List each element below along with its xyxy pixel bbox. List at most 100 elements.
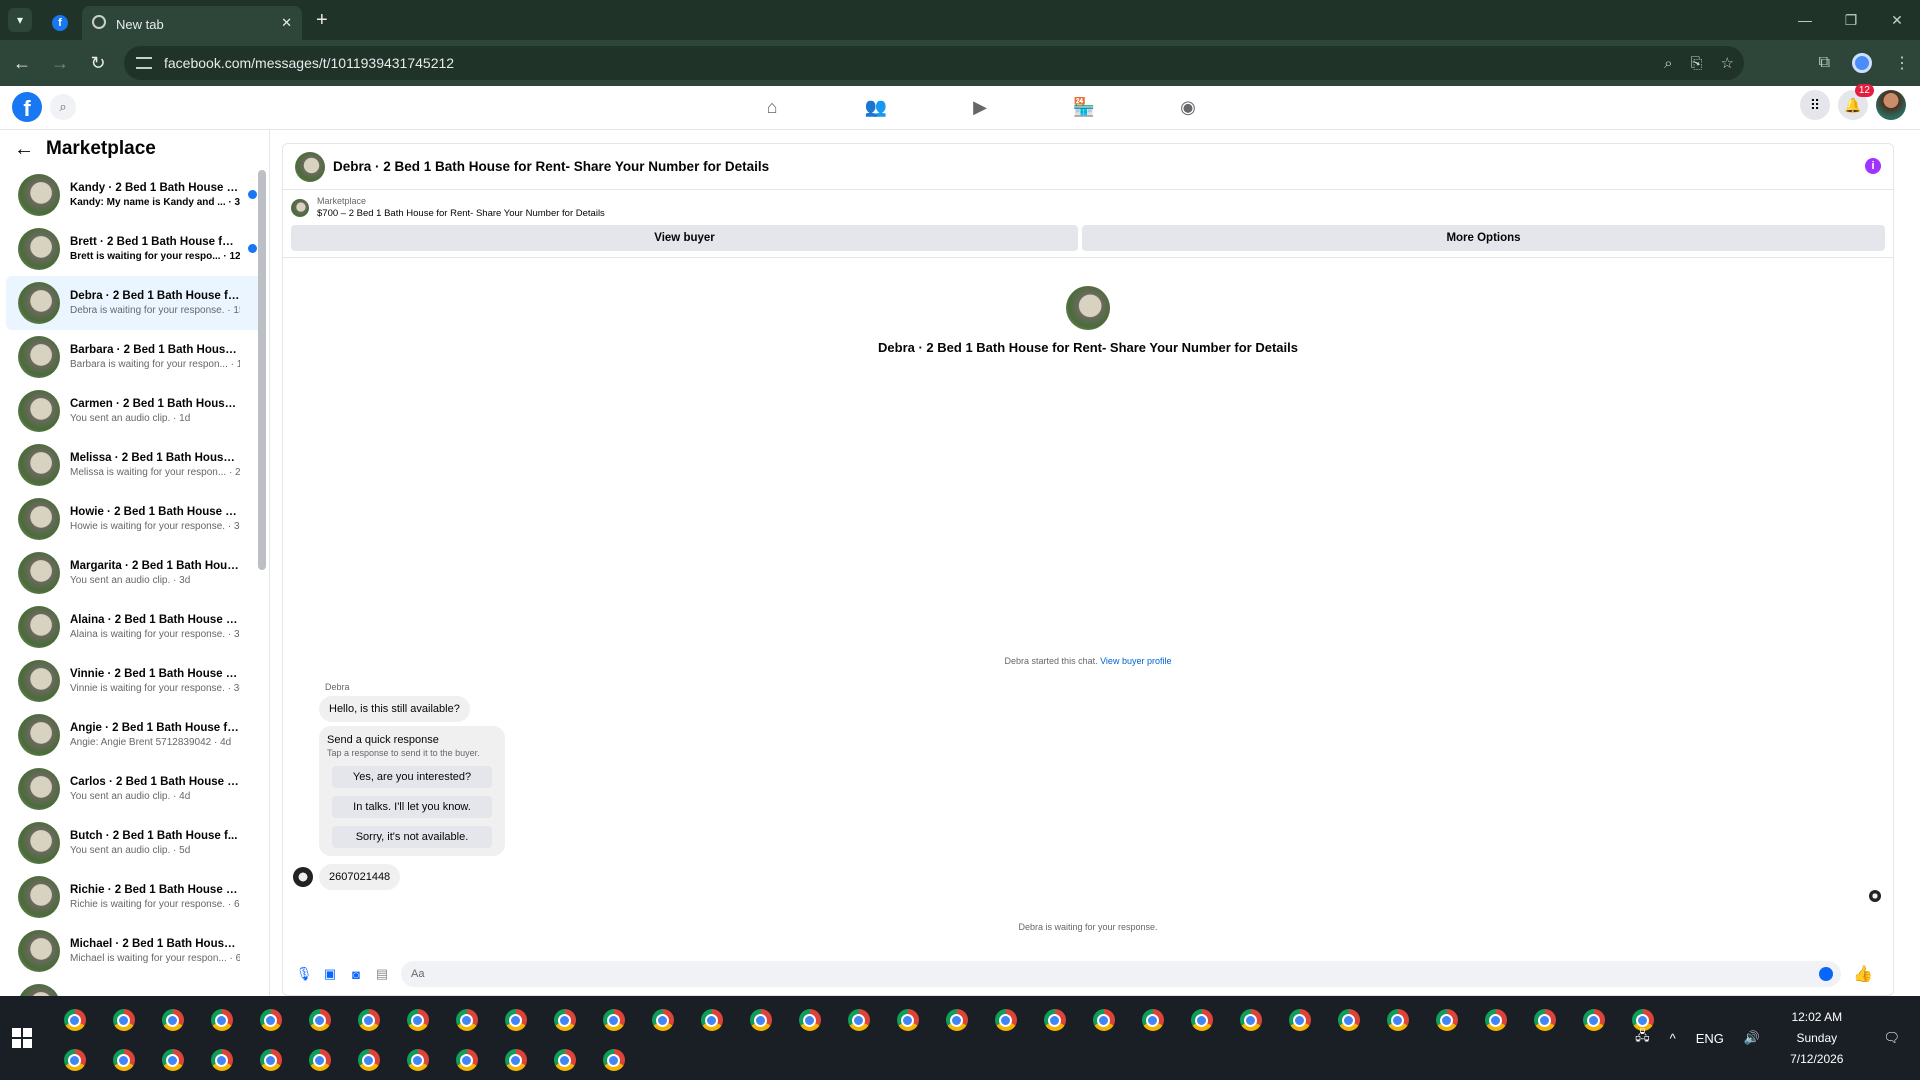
taskbar-chrome-app[interactable] <box>295 1004 344 1036</box>
close-window-icon[interactable]: ✕ <box>1874 12 1920 29</box>
taskbar-chrome-app[interactable] <box>99 1044 148 1076</box>
more-options-button[interactable]: More Options <box>1082 225 1885 251</box>
account-avatar[interactable] <box>1876 90 1906 120</box>
taskbar-chrome-app[interactable] <box>834 1004 883 1036</box>
gif-icon[interactable]: ▤ <box>369 966 395 982</box>
taskbar-chrome-app[interactable] <box>1471 1004 1520 1036</box>
taskbar-chrome-app[interactable] <box>1422 1004 1471 1036</box>
quick-reply-button[interactable]: Yes, are you interested? <box>332 766 492 788</box>
conversation-item[interactable]: Debra · 2 Bed 1 Bath House for ... Debra … <box>6 276 263 330</box>
language-indicator[interactable]: ENG <box>1696 1031 1724 1046</box>
taskbar-chrome-app[interactable] <box>687 1004 736 1036</box>
site-info-icon[interactable] <box>136 57 152 69</box>
conversation-item[interactable]: Michael · 2 Bed 1 Bath House fo... Michae… <box>6 924 263 978</box>
back-arrow-icon[interactable]: ← <box>6 53 38 74</box>
facebook-logo[interactable]: f <box>12 92 42 122</box>
video-icon[interactable]: ▶ <box>928 92 1032 122</box>
taskbar-clock[interactable]: 12:02 AM Sunday 7/12/2026 <box>1790 1007 1843 1070</box>
back-arrow-icon[interactable]: ← <box>14 138 34 161</box>
browser-menu-icon[interactable]: ⋮ <box>1894 53 1910 73</box>
taskbar-chrome-app[interactable] <box>99 1004 148 1036</box>
install-app-icon[interactable]: ⎘ <box>1691 55 1703 72</box>
conversation-item[interactable]: Carlos · 2 Bed 1 Bath House f... You sent… <box>6 762 263 816</box>
sidebar-scrollbar[interactable] <box>258 170 266 570</box>
taskbar-chrome-app[interactable] <box>1275 1004 1324 1036</box>
conversation-item[interactable]: Angie · 2 Bed 1 Bath House for ... Angie:… <box>6 708 263 762</box>
volume-icon[interactable]: 🔊 <box>1744 1030 1760 1046</box>
taskbar-chrome-app[interactable] <box>540 1004 589 1036</box>
taskbar-chrome-app[interactable] <box>785 1004 834 1036</box>
taskbar-chrome-app[interactable] <box>589 1044 638 1076</box>
quick-reply-button[interactable]: In talks. I'll let you know. <box>332 796 492 818</box>
conversation-item[interactable]: Carmen · 2 Bed 1 Bath House fo... You sen… <box>6 384 263 438</box>
search-icon[interactable]: ⌕ <box>50 94 76 120</box>
conversation-item[interactable]: Howie · 2 Bed 1 Bath House for ... Howie … <box>6 492 263 546</box>
conversation-item[interactable]: Brett · 2 Bed 1 Bath House for... Brett i… <box>6 222 263 276</box>
quick-reply-button[interactable]: Sorry, it's not available. <box>332 826 492 848</box>
taskbar-chrome-app[interactable] <box>442 1004 491 1036</box>
reload-icon[interactable]: ↻ <box>82 53 114 74</box>
tab-search-chevron-icon[interactable]: ▾ <box>8 8 32 32</box>
conversation-item[interactable]: Barbara · 2 Bed 1 Bath House fo... Barbar… <box>6 330 263 384</box>
sticker-icon[interactable]: ◙ <box>343 967 369 982</box>
taskbar-chrome-app[interactable] <box>540 1044 589 1076</box>
forward-arrow-icon[interactable]: → <box>44 53 76 74</box>
listing-name[interactable]: $700 – 2 Bed 1 Bath House for Rent- Shar… <box>317 208 605 219</box>
taskbar-chrome-app[interactable] <box>295 1044 344 1076</box>
taskbar-chrome-app[interactable] <box>491 1004 540 1036</box>
taskbar-chrome-app[interactable] <box>1177 1004 1226 1036</box>
taskbar-chrome-app[interactable] <box>589 1004 638 1036</box>
message-input[interactable]: Aa <box>401 961 1841 987</box>
conversation-item[interactable]: Alaina · 2 Bed 1 Bath House for ... Alain… <box>6 600 263 654</box>
marketplace-icon[interactable]: 🏪 <box>1032 92 1136 122</box>
taskbar-chrome-app[interactable] <box>442 1044 491 1076</box>
extensions-icon[interactable]: ⧉ <box>1819 54 1830 72</box>
taskbar-chrome-app[interactable] <box>638 1004 687 1036</box>
friends-icon[interactable]: 👥 <box>824 92 928 122</box>
conversation-item[interactable]: Morro · 2 Bed 1 Bath House f... <box>6 978 263 996</box>
network-icon[interactable]: 🖧 <box>1635 1027 1650 1049</box>
notifications-bell-icon[interactable]: 🔔 12 <box>1838 84 1874 120</box>
conversation-item[interactable]: Butch · 2 Bed 1 Bath House f... You sent … <box>6 816 263 870</box>
conversation-item[interactable]: Vinnie · 2 Bed 1 Bath House for ... Vinni… <box>6 654 263 708</box>
view-buyer-button[interactable]: View buyer <box>291 225 1079 251</box>
show-hidden-icons-chevron-icon[interactable]: ^ <box>1670 1031 1676 1046</box>
taskbar-chrome-app[interactable] <box>344 1044 393 1076</box>
emoji-icon[interactable] <box>1819 967 1833 981</box>
home-icon[interactable]: ⌂ <box>720 92 824 122</box>
taskbar-chrome-app[interactable] <box>197 1044 246 1076</box>
taskbar-chrome-app[interactable] <box>50 1044 99 1076</box>
photo-icon[interactable]: ▣ <box>317 966 343 982</box>
conversation-item[interactable]: Margarita · 2 Bed 1 Bath House ... You se… <box>6 546 263 600</box>
view-buyer-profile-link[interactable]: View buyer profile <box>1100 656 1171 666</box>
menu-grid-icon[interactable]: ⠿ <box>1800 90 1830 120</box>
taskbar-chrome-app[interactable] <box>491 1044 540 1076</box>
taskbar-chrome-app[interactable] <box>1030 1004 1079 1036</box>
taskbar-chrome-app[interactable] <box>736 1004 785 1036</box>
taskbar-chrome-app[interactable] <box>197 1004 246 1036</box>
taskbar-chrome-app[interactable] <box>393 1044 442 1076</box>
listing-small-thumbnail[interactable] <box>291 198 309 217</box>
microphone-icon[interactable]: 🎙 <box>291 966 317 982</box>
taskbar-chrome-app[interactable] <box>393 1004 442 1036</box>
taskbar-chrome-app[interactable] <box>344 1004 393 1036</box>
zoom-icon[interactable]: ⌕ <box>1664 55 1672 72</box>
tab-facebook[interactable]: f <box>42 6 82 40</box>
restore-icon[interactable]: ❐ <box>1828 12 1874 29</box>
bookmark-star-icon[interactable]: ☆ <box>1721 54 1734 72</box>
conversation-item[interactable]: Melissa · 2 Bed 1 Bath House fo... Meliss… <box>6 438 263 492</box>
taskbar-chrome-app[interactable] <box>932 1004 981 1036</box>
taskbar-chrome-app[interactable] <box>148 1044 197 1076</box>
notification-center-icon[interactable]: 🗨 <box>1883 1030 1900 1046</box>
taskbar-chrome-app[interactable] <box>1128 1004 1177 1036</box>
windows-start-icon[interactable] <box>12 1028 32 1048</box>
conversation-item[interactable]: Kandy · 2 Bed 1 Bath House fo... Kandy: M… <box>6 168 263 222</box>
thumbs-up-icon[interactable]: 👍 <box>1853 964 1873 984</box>
taskbar-chrome-app[interactable] <box>1520 1004 1569 1036</box>
taskbar-chrome-app[interactable] <box>246 1004 295 1036</box>
profile-extension-icon[interactable] <box>1852 53 1872 73</box>
taskbar-chrome-app[interactable] <box>246 1044 295 1076</box>
minimize-icon[interactable]: — <box>1782 12 1828 28</box>
taskbar-chrome-app[interactable] <box>148 1004 197 1036</box>
conversation-item[interactable]: Richie · 2 Bed 1 Bath House for ... Richi… <box>6 870 263 924</box>
